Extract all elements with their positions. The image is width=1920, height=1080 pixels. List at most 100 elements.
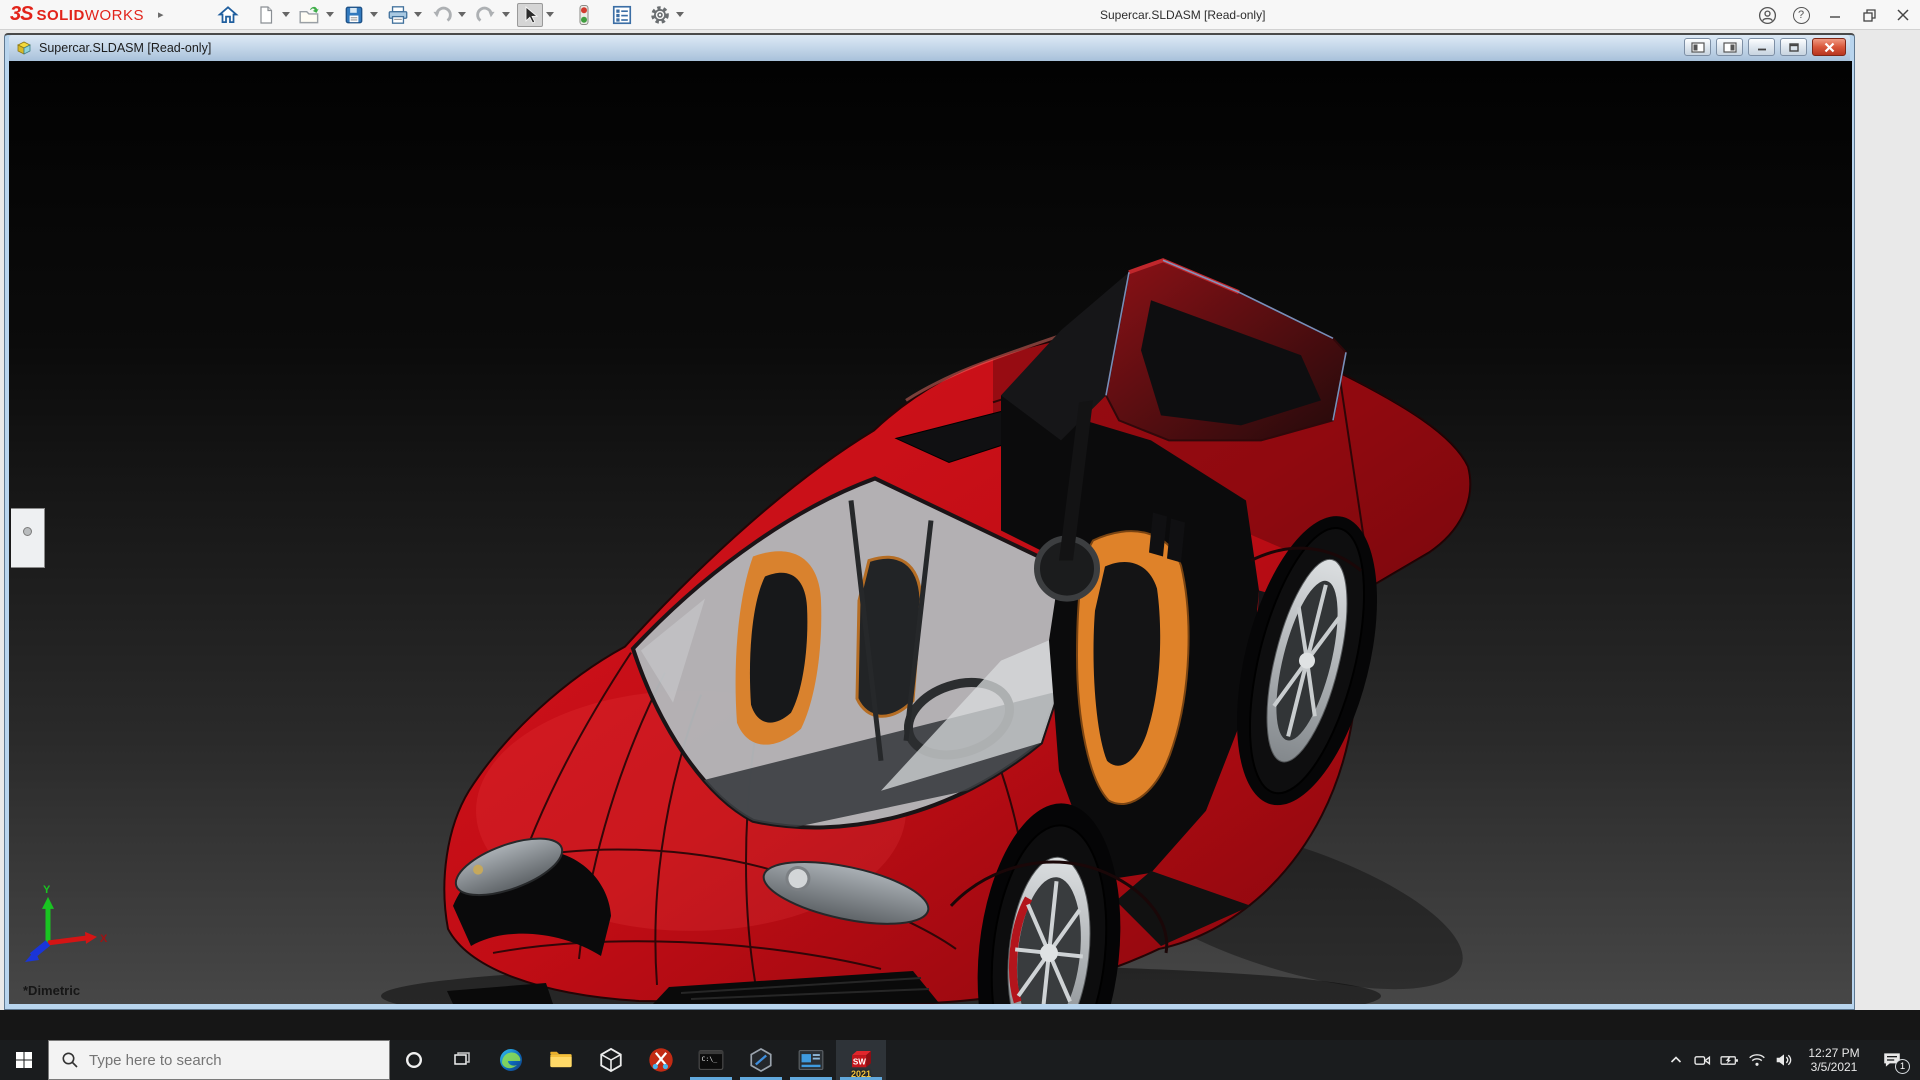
- minimize-button[interactable]: [1818, 0, 1852, 30]
- doc-restore-button[interactable]: [1780, 38, 1807, 56]
- gear-icon: [649, 4, 671, 26]
- quick-toolbar: [204, 0, 690, 30]
- print-button[interactable]: [385, 3, 411, 27]
- feature-manager-collapsed-tab[interactable]: [11, 508, 45, 568]
- document-title: Supercar.SLDASM [Read-only]: [39, 41, 211, 55]
- search-input[interactable]: [87, 1051, 337, 1070]
- taskbar-app-dev-hexagon[interactable]: [736, 1040, 786, 1080]
- chevron-up-icon: [1669, 1053, 1683, 1067]
- tray-overflow-button[interactable]: [1662, 1040, 1689, 1080]
- save-dropdown[interactable]: [370, 12, 378, 17]
- battery-charging-icon: [1720, 1052, 1739, 1069]
- wifi-icon: [1748, 1052, 1766, 1068]
- pane-left-icon: [1691, 42, 1705, 53]
- save-button[interactable]: [341, 3, 367, 27]
- taskbar-app-3d-viewer[interactable]: [586, 1040, 636, 1080]
- start-button[interactable]: [0, 1040, 48, 1080]
- taskbar-app-solidworks[interactable]: SW 2021: [836, 1040, 886, 1080]
- display-pane-icon: [611, 4, 633, 26]
- doc-close-button[interactable]: [1812, 38, 1846, 56]
- help-button[interactable]: ?: [1784, 0, 1818, 30]
- open-button[interactable]: [297, 3, 323, 27]
- options-button[interactable]: [647, 3, 673, 27]
- cortana-button[interactable]: [390, 1040, 438, 1080]
- taskbar-search[interactable]: [48, 1040, 390, 1080]
- restore-button[interactable]: [1852, 0, 1886, 30]
- print-dropdown[interactable]: [414, 12, 422, 17]
- taskbar-app-window[interactable]: [786, 1040, 836, 1080]
- view-orientation-label: *Dimetric: [23, 983, 80, 998]
- taskbar-app-snip[interactable]: [636, 1040, 686, 1080]
- windows-taskbar: C:\_ SW: [0, 1040, 1920, 1080]
- battery-button[interactable]: [1716, 1040, 1743, 1080]
- triad-x-axis[interactable]: [48, 938, 87, 943]
- pane-right-icon: [1723, 42, 1737, 53]
- camera-icon: [1694, 1052, 1711, 1069]
- snip-scissors-icon: [648, 1047, 674, 1073]
- restore-icon: [1862, 8, 1877, 23]
- brand-works: WORKS: [85, 7, 144, 24]
- doc-minimize-button[interactable]: [1748, 38, 1775, 56]
- graphics-viewport[interactable]: Y X *Dimetric: [9, 61, 1852, 1004]
- meet-now-button[interactable]: [1689, 1040, 1716, 1080]
- select-cursor-icon: [520, 4, 540, 26]
- app-title: Supercar.SLDASM [Read-only]: [1100, 0, 1265, 30]
- app-window-controls: ?: [1750, 0, 1920, 30]
- menu-expand-icon[interactable]: ▸: [158, 8, 164, 21]
- redo-button[interactable]: [473, 3, 499, 27]
- rebuild-button[interactable]: [571, 3, 597, 27]
- action-center-button[interactable]: 1: [1871, 1040, 1913, 1080]
- volume-button[interactable]: [1770, 1040, 1797, 1080]
- options-dropdown[interactable]: [676, 12, 684, 17]
- undo-dropdown[interactable]: [458, 12, 466, 17]
- pane-left-button[interactable]: [1684, 38, 1711, 56]
- new-document-button[interactable]: [253, 3, 279, 27]
- svg-text:SW: SW: [852, 1057, 865, 1066]
- network-button[interactable]: [1743, 1040, 1770, 1080]
- taskbar-app-command-prompt[interactable]: C:\_: [686, 1040, 736, 1080]
- task-view-button[interactable]: [438, 1040, 486, 1080]
- triad-x-label: X: [100, 933, 108, 945]
- notification-badge: 1: [1895, 1059, 1910, 1074]
- car-model[interactable]: [381, 260, 1481, 1004]
- print-icon: [386, 4, 410, 26]
- car-model-scene: Y X: [9, 61, 1852, 1004]
- app-window-icon: [798, 1047, 824, 1073]
- redo-dropdown[interactable]: [502, 12, 510, 17]
- brand-solid: SOLID: [36, 7, 84, 24]
- pane-right-button[interactable]: [1716, 38, 1743, 56]
- edge-icon: [498, 1047, 524, 1073]
- solidworks-logo: 3S SOLID WORKS: [10, 3, 144, 26]
- undo-icon: [431, 4, 453, 26]
- account-icon: [1758, 6, 1777, 25]
- document-titlebar[interactable]: Supercar.SLDASM [Read-only]: [9, 35, 1850, 61]
- home-button[interactable]: [215, 3, 241, 27]
- save-icon: [343, 4, 365, 26]
- home-icon: [217, 4, 239, 26]
- redo-icon: [475, 4, 497, 26]
- assembly-icon: [15, 39, 33, 57]
- taskbar-app-file-explorer[interactable]: [536, 1040, 586, 1080]
- select-tool-button[interactable]: [517, 3, 543, 27]
- taskbar-clock[interactable]: 12:27 PM 3/5/2021: [1803, 1046, 1865, 1074]
- document-window: Supercar.SLDASM [Read-only]: [4, 33, 1855, 1010]
- new-document-dropdown[interactable]: [282, 12, 290, 17]
- undo-button[interactable]: [429, 3, 455, 27]
- command-prompt-icon: C:\_: [698, 1047, 724, 1073]
- clock-time: 12:27 PM: [1803, 1046, 1865, 1060]
- file-explorer-icon: [548, 1047, 574, 1073]
- open-icon: [298, 4, 322, 26]
- close-button[interactable]: [1886, 0, 1920, 30]
- orientation-triad[interactable]: Y X: [25, 884, 108, 962]
- search-icon: [61, 1051, 79, 1069]
- doc-close-icon: [1823, 42, 1836, 53]
- select-dropdown[interactable]: [546, 12, 554, 17]
- help-icon: ?: [1793, 7, 1810, 24]
- account-button[interactable]: [1750, 0, 1784, 30]
- triad-y-label: Y: [43, 884, 51, 896]
- app-titlebar: 3S SOLID WORKS ▸: [0, 0, 1920, 30]
- display-settings-button[interactable]: [609, 3, 635, 27]
- taskbar-app-edge[interactable]: [486, 1040, 536, 1080]
- system-tray: 12:27 PM 3/5/2021 1: [1662, 1040, 1920, 1080]
- open-dropdown[interactable]: [326, 12, 334, 17]
